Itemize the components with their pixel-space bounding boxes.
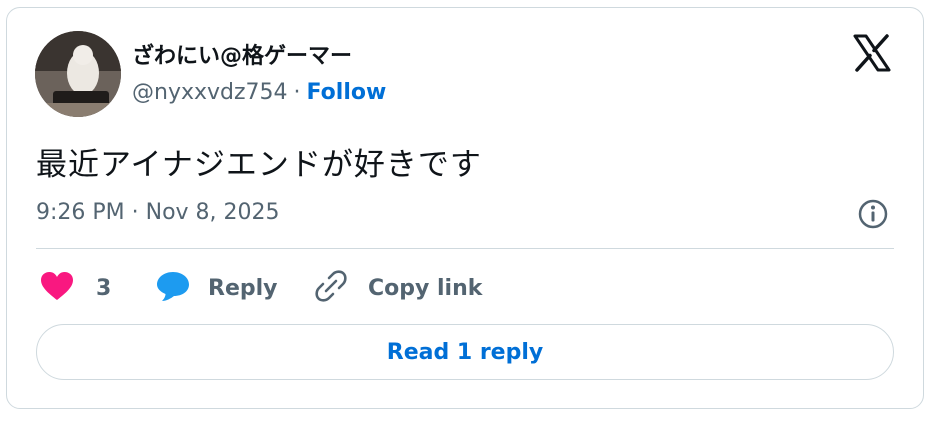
copy-link-label: Copy link bbox=[368, 275, 483, 301]
link-icon bbox=[314, 269, 348, 307]
author-handle-row: @nyxxvdz754 · Follow bbox=[132, 80, 386, 105]
author-handle[interactable]: @nyxxvdz754 bbox=[132, 80, 288, 105]
read-replies-button[interactable]: Read 1 reply bbox=[36, 324, 894, 380]
reply-button[interactable]: Reply bbox=[156, 268, 278, 308]
divider bbox=[36, 248, 894, 249]
info-icon[interactable] bbox=[857, 198, 889, 230]
reply-label: Reply bbox=[208, 275, 278, 301]
follow-link[interactable]: Follow bbox=[307, 80, 387, 105]
tweet-text: 最近アイナジエンドが好きです bbox=[36, 147, 482, 183]
tweet-timestamp[interactable]: 9:26 PM · Nov 8, 2025 bbox=[36, 200, 280, 225]
x-logo-icon[interactable] bbox=[852, 33, 892, 73]
handle-separator: · bbox=[293, 80, 301, 105]
avatar[interactable] bbox=[35, 31, 121, 117]
heart-icon bbox=[40, 271, 74, 305]
like-button[interactable]: 3 bbox=[40, 268, 111, 308]
author-name[interactable]: ざわにい@格ゲーマー bbox=[132, 38, 352, 70]
copy-link-button[interactable]: Copy link bbox=[314, 268, 482, 308]
speech-bubble-icon bbox=[156, 270, 190, 306]
like-count: 3 bbox=[96, 275, 112, 301]
